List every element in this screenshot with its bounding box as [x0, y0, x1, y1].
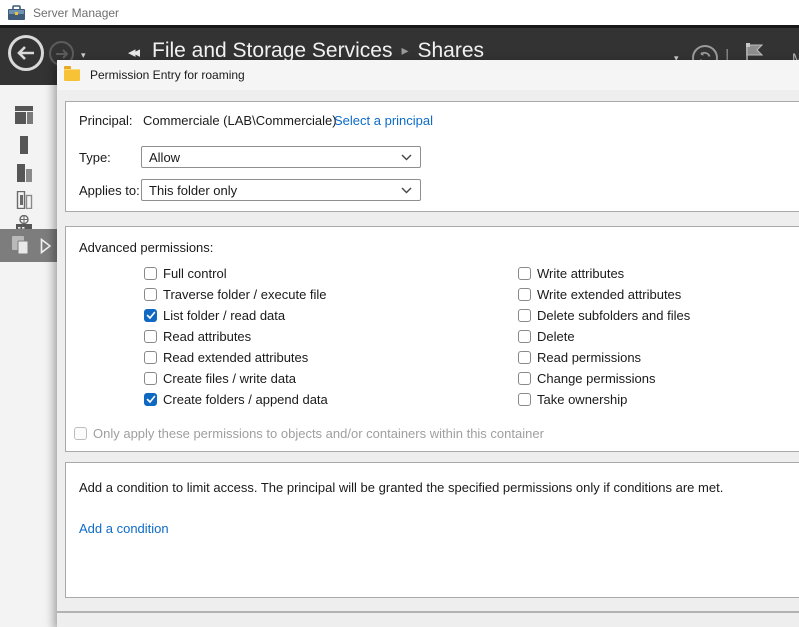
sidebar-item-server-group[interactable] [12, 188, 36, 212]
checkbox[interactable] [144, 267, 157, 280]
checkbox[interactable] [144, 393, 157, 406]
checkbox-label: List folder / read data [163, 308, 285, 323]
folder-icon [64, 69, 80, 81]
sidebar-item-all-servers[interactable] [12, 161, 36, 185]
applies-to-label: Applies to: [79, 183, 140, 198]
permission-row[interactable]: Take ownership [518, 392, 627, 406]
checkbox[interactable] [518, 309, 531, 322]
checkbox[interactable] [144, 309, 157, 322]
local-server-icon [14, 136, 34, 154]
checkbox-label: Take ownership [537, 392, 627, 407]
checkbox[interactable] [518, 351, 531, 364]
server-manager-window: Server Manager ▾ ◂◂ File and Storage Ser… [0, 0, 799, 627]
advanced-permissions-label: Advanced permissions: [79, 240, 213, 255]
sidebar-item-file-storage-selected[interactable] [0, 229, 57, 262]
checkbox-label: Delete [537, 329, 575, 344]
checkbox-label: Delete subfolders and files [537, 308, 690, 323]
checkbox-label: Read permissions [537, 350, 641, 365]
sidebar-item-dashboard[interactable] [12, 103, 36, 127]
checkbox-label: Traverse folder / execute file [163, 287, 327, 302]
checkbox [74, 427, 87, 440]
checkbox-label: Write extended attributes [537, 287, 681, 302]
checkbox-label: Create files / write data [163, 371, 296, 386]
checkbox[interactable] [144, 288, 157, 301]
dashboard-icon [14, 106, 34, 124]
add-condition-link[interactable]: Add a condition [79, 521, 169, 536]
chevron-down-icon [401, 187, 412, 194]
only-apply-row: Only apply these permissions to objects … [74, 426, 544, 440]
permission-row[interactable]: Create files / write data [144, 371, 296, 385]
server-group-icon [14, 191, 34, 209]
window-titlebar: Server Manager [0, 0, 799, 25]
permission-row[interactable]: Change permissions [518, 371, 656, 385]
select-principal-link[interactable]: Select a principal [334, 113, 433, 128]
checkbox[interactable] [518, 372, 531, 385]
checkbox-label: Full control [163, 266, 227, 281]
file-storage-icon [11, 235, 33, 255]
permission-row[interactable]: Create folders / append data [144, 392, 328, 406]
checkbox-label: Write attributes [537, 266, 624, 281]
condition-description: Add a condition to limit access. The pri… [79, 480, 723, 495]
all-servers-icon [14, 164, 34, 182]
permission-row[interactable]: Write extended attributes [518, 287, 681, 301]
type-label: Type: [79, 150, 111, 165]
window-title: Server Manager [33, 6, 119, 20]
checkbox-label: Change permissions [537, 371, 656, 386]
checkbox[interactable] [144, 351, 157, 364]
permission-row[interactable]: Read permissions [518, 350, 641, 364]
checkbox[interactable] [518, 330, 531, 343]
applies-to-select[interactable]: This folder only [141, 179, 421, 201]
type-select[interactable]: Allow [141, 146, 421, 168]
permission-row[interactable]: Traverse folder / execute file [144, 287, 327, 301]
chevron-down-icon [401, 154, 412, 161]
condition-groupbox: Add a condition to limit access. The pri… [65, 462, 799, 598]
dialog-title: Permission Entry for roaming [90, 68, 245, 82]
applies-to-select-value: This folder only [149, 183, 237, 198]
permission-row[interactable]: Read attributes [144, 329, 251, 343]
checkbox[interactable] [518, 288, 531, 301]
checkbox-label: Create folders / append data [163, 392, 328, 407]
permission-entry-dialog: Permission Entry for roaming Principal: … [57, 60, 799, 627]
dialog-titlebar[interactable]: Permission Entry for roaming [57, 60, 799, 90]
checkbox-label: Read attributes [163, 329, 251, 344]
sidebar-expand-arrow-icon[interactable] [40, 238, 52, 254]
sidebar-nav [0, 85, 57, 627]
permission-row[interactable]: Delete [518, 329, 575, 343]
checkbox[interactable] [518, 267, 531, 280]
checkbox[interactable] [518, 393, 531, 406]
advanced-permissions-groupbox: Advanced permissions: Full control Trave… [65, 226, 799, 452]
permission-row[interactable]: Write attributes [518, 266, 624, 280]
principal-value: Commerciale (LAB\Commerciale) [143, 113, 337, 128]
checkbox[interactable] [144, 372, 157, 385]
checkbox[interactable] [144, 330, 157, 343]
permission-row[interactable]: Read extended attributes [144, 350, 308, 364]
dialog-footer-divider [57, 611, 799, 613]
principal-label: Principal: [79, 113, 132, 128]
checkbox-label: Only apply these permissions to objects … [93, 426, 544, 441]
permission-row[interactable]: List folder / read data [144, 308, 285, 322]
server-manager-logo-icon [8, 5, 25, 20]
sidebar-item-local-server[interactable] [12, 133, 36, 157]
checkbox-label: Read extended attributes [163, 350, 308, 365]
permission-row[interactable]: Delete subfolders and files [518, 308, 690, 322]
type-select-value: Allow [149, 150, 180, 165]
principal-groupbox: Principal: Commerciale (LAB\Commerciale)… [65, 101, 799, 212]
permission-row[interactable]: Full control [144, 266, 227, 280]
